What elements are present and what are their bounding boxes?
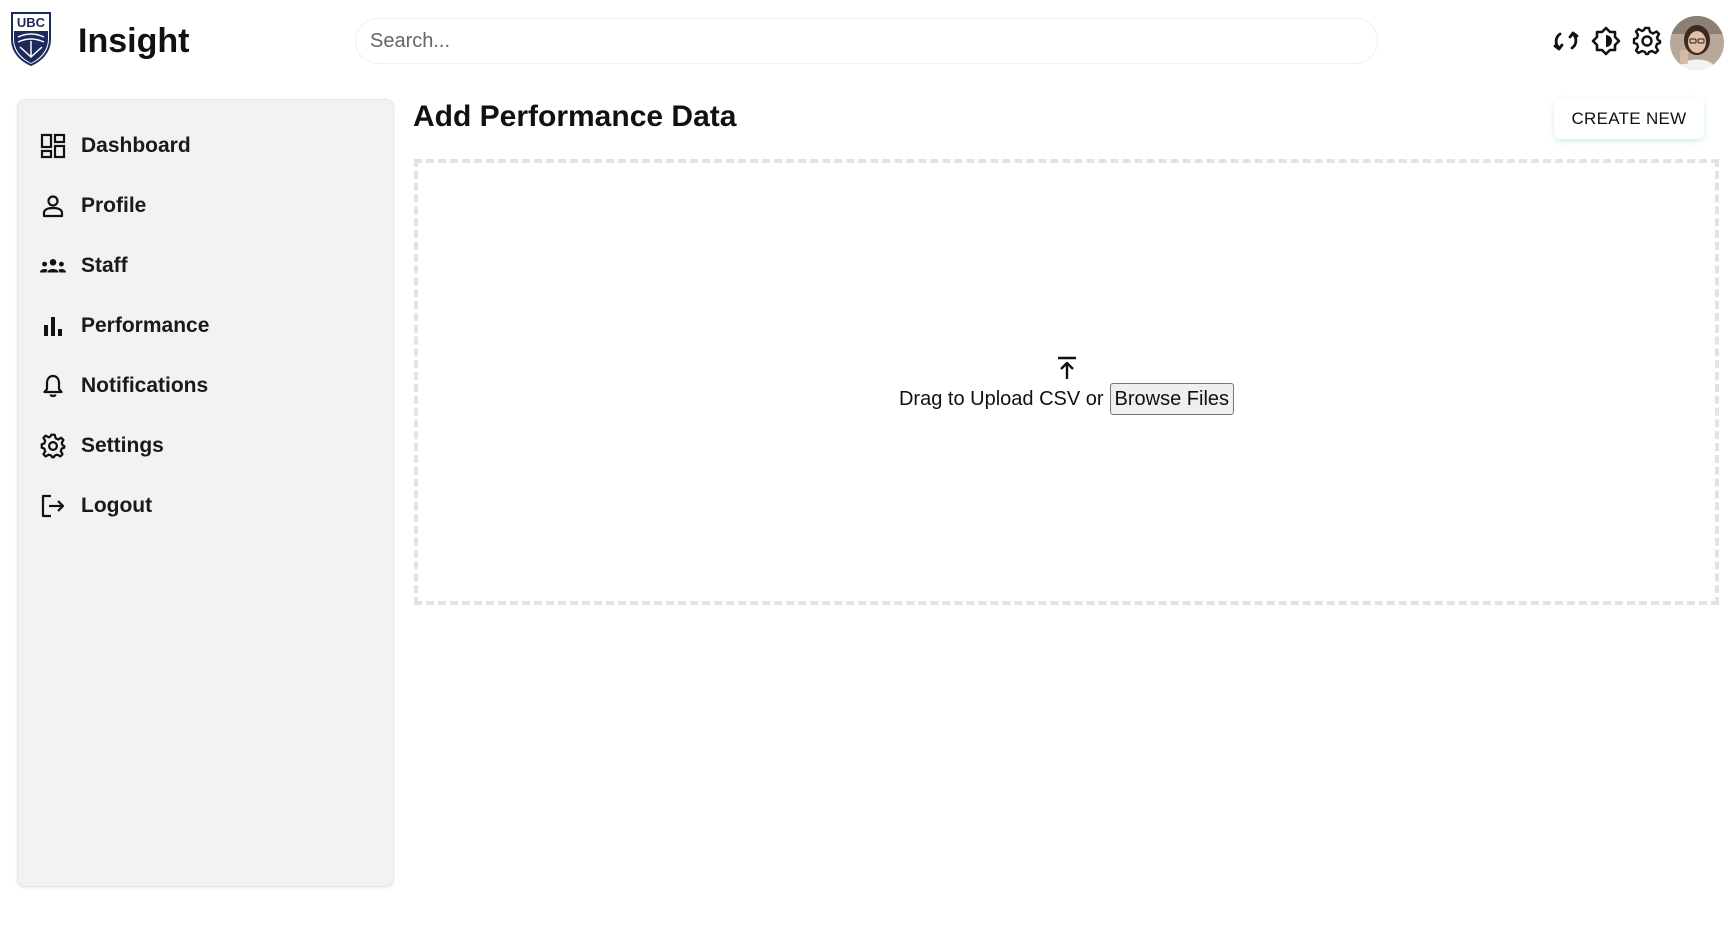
- bar-chart-icon: [39, 312, 67, 340]
- upload-line: Drag to Upload CSV or Browse Files: [898, 383, 1235, 415]
- bell-icon: [39, 372, 67, 400]
- upload-icon: [1054, 355, 1080, 381]
- person-icon: [39, 192, 67, 220]
- sidebar-item-logout[interactable]: Logout: [18, 476, 393, 536]
- user-avatar[interactable]: [1670, 16, 1724, 70]
- sidebar-item-label: Dashboard: [81, 134, 191, 157]
- sidebar-item-staff[interactable]: Staff: [18, 236, 393, 296]
- page-title: Add Performance Data: [413, 100, 737, 133]
- upload-text: Drag to Upload CSV or: [898, 387, 1104, 410]
- group-icon: [39, 252, 67, 280]
- app-title: Insight: [78, 22, 190, 60]
- sidebar-item-performance[interactable]: Performance: [18, 296, 393, 356]
- csv-dropzone[interactable]: Drag to Upload CSV or Browse Files: [414, 159, 1719, 605]
- upload-prompt: Drag to Upload CSV or Browse Files: [418, 355, 1715, 415]
- top-header: UBC Insight: [0, 0, 1728, 84]
- sidebar-item-dashboard[interactable]: Dashboard: [18, 116, 393, 176]
- search-input[interactable]: [368, 19, 1365, 63]
- logout-icon: [39, 492, 67, 520]
- sidebar-item-notifications[interactable]: Notifications: [18, 356, 393, 416]
- gear-icon: [39, 432, 67, 460]
- sidebar-item-label: Logout: [81, 494, 153, 517]
- sidebar-item-label: Settings: [81, 434, 164, 457]
- gear-icon[interactable]: [1632, 26, 1662, 56]
- logo-text: UBC: [17, 15, 46, 30]
- sidebar-item-label: Performance: [81, 314, 210, 337]
- sidebar-item-label: Profile: [81, 194, 147, 217]
- browse-files-button[interactable]: Browse Files: [1109, 383, 1235, 415]
- ubc-logo: UBC: [10, 11, 52, 67]
- brightness-icon[interactable]: [1591, 26, 1621, 56]
- refresh-icon[interactable]: [1551, 26, 1581, 56]
- sidebar-item-label: Notifications: [81, 374, 209, 397]
- dashboard-icon: [39, 132, 67, 160]
- sidebar-item-label: Staff: [81, 254, 128, 277]
- search-bar[interactable]: [355, 18, 1378, 64]
- create-new-button[interactable]: CREATE NEW: [1554, 99, 1704, 139]
- sidebar-item-settings[interactable]: Settings: [18, 416, 393, 476]
- sidebar: Dashboard Profile Staff Performance Noti…: [17, 99, 394, 887]
- sidebar-item-profile[interactable]: Profile: [18, 176, 393, 236]
